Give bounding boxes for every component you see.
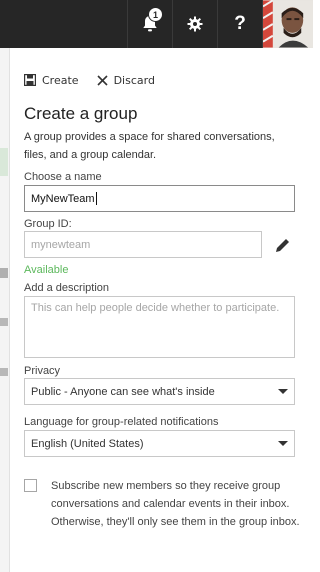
subscribe-checkbox[interactable] [24,479,37,492]
settings-button[interactable] [172,0,217,48]
group-name-value: MyNewTeam [31,192,95,205]
create-label: Create [42,73,79,87]
avatar[interactable] [262,0,313,48]
availability-status: Available [24,264,69,276]
save-icon [24,74,36,86]
notification-badge: 1 [148,7,163,22]
edit-pencil-icon[interactable] [275,237,291,253]
page-title: Create a group [24,104,138,123]
language-value: English (United States) [31,437,144,450]
notifications-button[interactable]: 1 [127,0,172,48]
form-description: A group provides a space for shared conv… [24,131,275,161]
privacy-label: Privacy [24,365,61,377]
command-bar: Create Discard [24,72,173,88]
user-photo [263,0,313,48]
privacy-select[interactable]: Public - Anyone can see what's inside [24,378,295,405]
description-textarea[interactable]: This can help people decide whether to p… [24,296,295,358]
help-button[interactable]: ? [217,0,262,48]
language-select[interactable]: English (United States) [24,430,295,457]
chevron-down-icon [278,441,288,446]
group-name-input[interactable]: MyNewTeam [24,185,295,212]
group-id-placeholder: mynewteam [31,238,91,251]
create-button[interactable]: Create [24,74,79,87]
gear-icon [187,16,203,32]
chevron-down-icon [278,389,288,394]
close-icon [96,74,108,86]
question-icon: ? [234,13,246,34]
language-label: Language for group-related notifications [24,416,219,428]
text-caret [95,192,97,205]
discard-label: Discard [113,73,155,87]
background-page-strip [0,48,10,572]
description-label: Add a description [24,282,109,294]
privacy-value: Public - Anyone can see what's inside [31,385,215,398]
discard-button[interactable]: Discard [96,73,155,87]
subscribe-text: Subscribe new members so they receive gr… [51,480,300,528]
group-id-input[interactable]: mynewteam [24,231,262,258]
description-placeholder: This can help people decide whether to p… [31,302,280,314]
group-id-label: Group ID: [24,218,72,230]
top-bar: 1 ? [0,0,313,48]
subscribe-option: Subscribe new members so they receive gr… [24,477,300,531]
name-label: Choose a name [24,171,102,183]
